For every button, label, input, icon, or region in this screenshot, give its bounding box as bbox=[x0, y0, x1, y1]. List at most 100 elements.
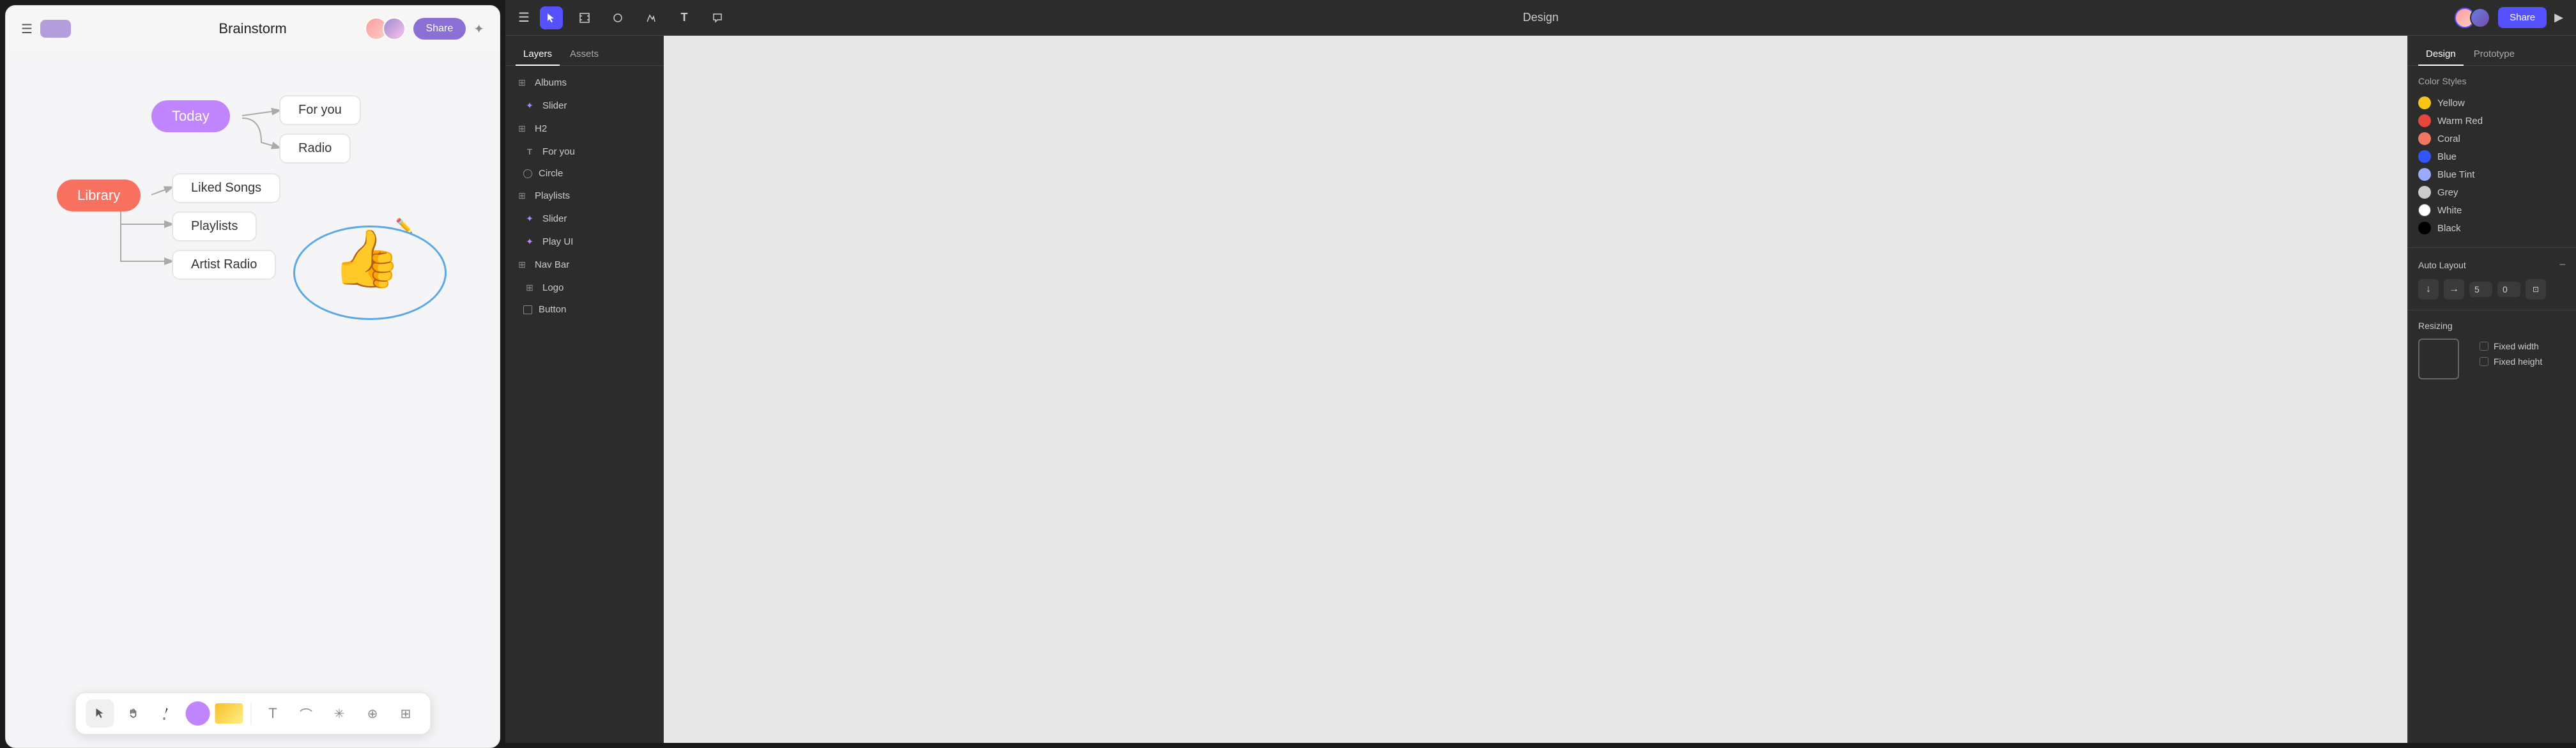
image-tool[interactable]: ⊞ bbox=[392, 699, 420, 728]
frame-tool[interactable] bbox=[573, 6, 596, 29]
header-pill bbox=[40, 20, 71, 38]
grid-icon: ⊞ bbox=[516, 189, 528, 202]
toolbar-divider bbox=[250, 702, 251, 725]
color-dot-coral bbox=[2418, 132, 2431, 145]
play-icon[interactable]: ▶ bbox=[2554, 11, 2563, 24]
left-header: ☰ Brainstorm Share ✦ bbox=[6, 6, 500, 52]
text-tool[interactable]: T bbox=[259, 699, 287, 728]
select-tool[interactable] bbox=[540, 6, 563, 29]
node-today[interactable]: Today bbox=[151, 100, 230, 132]
al-padding-input[interactable]: 0 bbox=[2497, 282, 2520, 297]
layer-label: Logo bbox=[542, 282, 564, 293]
figma-hamburger-icon[interactable]: ☰ bbox=[518, 10, 530, 26]
layer-item-play-ui[interactable]: ✦ Play UI bbox=[505, 230, 663, 253]
figma-share-button[interactable]: Share bbox=[2498, 7, 2547, 28]
grid-icon: ⊞ bbox=[516, 258, 528, 271]
layer-item-slider-1[interactable]: ✦ Slider bbox=[505, 94, 663, 117]
al-right-btn[interactable]: → bbox=[2444, 279, 2464, 300]
grid-tool[interactable]: ✳ bbox=[325, 699, 353, 728]
pen-tool-figma[interactable] bbox=[640, 6, 663, 29]
color-style-warm-red[interactable]: Warm Red bbox=[2418, 112, 2566, 130]
canvas-area: Today For you Radio Library Liked Songs … bbox=[6, 47, 500, 696]
layer-item-albums[interactable]: ⊞ Albums bbox=[505, 71, 663, 94]
color-dot-warm-red bbox=[2418, 114, 2431, 127]
layer-item-nav-bar[interactable]: ⊞ Nav Bar bbox=[505, 253, 663, 276]
layer-item-slider-2[interactable]: ✦ Slider bbox=[505, 207, 663, 230]
figma-sidebar: Layers Assets ⊞ Albums ✦ Slider ⊞ H2 bbox=[505, 36, 664, 743]
figma-page-title: Design bbox=[1522, 11, 1558, 24]
figma-right-panel: Design Prototype Color Styles Yellow War… bbox=[2407, 36, 2576, 743]
text-tool-figma[interactable]: T bbox=[673, 6, 696, 29]
auto-layout-title: Auto Layout bbox=[2418, 260, 2466, 270]
color-style-blue[interactable]: Blue bbox=[2418, 148, 2566, 165]
tab-prototype[interactable]: Prototype bbox=[2466, 43, 2522, 66]
color-name-black: Black bbox=[2437, 223, 2461, 234]
stamp-tool[interactable]: ⊕ bbox=[358, 699, 387, 728]
fixed-width-option[interactable]: Fixed width bbox=[2480, 341, 2542, 351]
shape-tool[interactable] bbox=[606, 6, 629, 29]
layer-item-circle[interactable]: Circle bbox=[505, 163, 663, 184]
pen-tool[interactable] bbox=[152, 699, 180, 728]
tab-design[interactable]: Design bbox=[2418, 43, 2464, 66]
al-align-btn[interactable]: ⊡ bbox=[2526, 279, 2546, 300]
grid-icon: ⊞ bbox=[516, 76, 528, 89]
node-radio[interactable]: Radio bbox=[279, 134, 351, 164]
layer-item-playlists[interactable]: ⊞ Playlists bbox=[505, 184, 663, 207]
node-library[interactable]: Library bbox=[57, 179, 141, 211]
rectangle-tool[interactable] bbox=[215, 703, 243, 724]
color-style-yellow[interactable]: Yellow bbox=[2418, 94, 2566, 112]
node-artist-radio[interactable]: Artist Radio bbox=[172, 250, 276, 280]
color-style-black[interactable]: Black bbox=[2418, 219, 2566, 237]
tab-layers[interactable]: Layers bbox=[516, 43, 560, 66]
node-playlists[interactable]: Playlists bbox=[172, 211, 257, 241]
color-name-grey: Grey bbox=[2437, 187, 2458, 198]
layer-label: Slider bbox=[542, 213, 567, 224]
color-name-warm-red: Warm Red bbox=[2437, 116, 2483, 126]
auto-layout-header: Auto Layout − bbox=[2418, 258, 2566, 271]
color-style-blue-tint[interactable]: Blue Tint bbox=[2418, 165, 2566, 183]
layer-label: Circle bbox=[539, 168, 563, 179]
color-style-coral[interactable]: Coral bbox=[2418, 130, 2566, 148]
figma-canvas[interactable] bbox=[664, 36, 2407, 743]
fixed-height-label: Fixed height bbox=[2494, 356, 2542, 367]
al-spacing-input[interactable]: 5 bbox=[2469, 282, 2492, 297]
color-style-white[interactable]: White bbox=[2418, 201, 2566, 219]
layer-label: Playlists bbox=[535, 190, 570, 201]
tab-assets[interactable]: Assets bbox=[562, 43, 606, 66]
circle-tool[interactable] bbox=[185, 701, 210, 726]
layer-item-button[interactable]: Button bbox=[505, 299, 663, 320]
layer-item-for-you[interactable]: T For you bbox=[505, 140, 663, 163]
node-liked-songs[interactable]: Liked Songs bbox=[172, 173, 280, 203]
star-icon: ✦ bbox=[523, 235, 536, 248]
share-button[interactable]: Share bbox=[413, 18, 466, 40]
fixed-width-checkbox[interactable] bbox=[2480, 342, 2488, 351]
cursor-tool[interactable] bbox=[86, 699, 114, 728]
layer-label: Slider bbox=[542, 100, 567, 111]
auto-layout-controls: ↓ → 5 0 ⊡ bbox=[2418, 279, 2566, 300]
page-title: Brainstorm bbox=[218, 20, 286, 37]
hand-tool[interactable] bbox=[119, 699, 147, 728]
color-name-yellow: Yellow bbox=[2437, 98, 2465, 109]
hamburger-icon[interactable]: ☰ bbox=[21, 21, 33, 37]
sparkle-icon[interactable]: ✦ bbox=[473, 21, 484, 37]
path-tool[interactable]: ⌒ bbox=[292, 699, 320, 728]
node-for-you[interactable]: For you bbox=[279, 95, 361, 125]
layer-label: H2 bbox=[535, 123, 547, 134]
left-header-right: Share ✦ bbox=[365, 17, 484, 40]
color-name-coral: Coral bbox=[2437, 134, 2460, 144]
auto-layout-remove-button[interactable]: − bbox=[2559, 258, 2566, 271]
al-down-btn[interactable]: ↓ bbox=[2418, 279, 2439, 300]
fixed-height-checkbox[interactable] bbox=[2480, 357, 2488, 366]
layer-label: Albums bbox=[535, 77, 567, 88]
layer-item-h2[interactable]: ⊞ H2 bbox=[505, 117, 663, 140]
color-name-blue-tint: Blue Tint bbox=[2437, 169, 2474, 180]
star-icon: ✦ bbox=[523, 212, 536, 225]
layer-item-logo[interactable]: ⊞ Logo bbox=[505, 276, 663, 299]
comment-tool[interactable] bbox=[706, 6, 729, 29]
diagram: Today For you Radio Library Liked Songs … bbox=[44, 72, 479, 366]
grid-icon: ⊞ bbox=[523, 281, 536, 294]
color-dot-grey bbox=[2418, 186, 2431, 199]
bottom-toolbar: T ⌒ ✳ ⊕ ⊞ bbox=[75, 692, 431, 735]
color-style-grey[interactable]: Grey bbox=[2418, 183, 2566, 201]
fixed-height-option[interactable]: Fixed height bbox=[2480, 356, 2542, 367]
